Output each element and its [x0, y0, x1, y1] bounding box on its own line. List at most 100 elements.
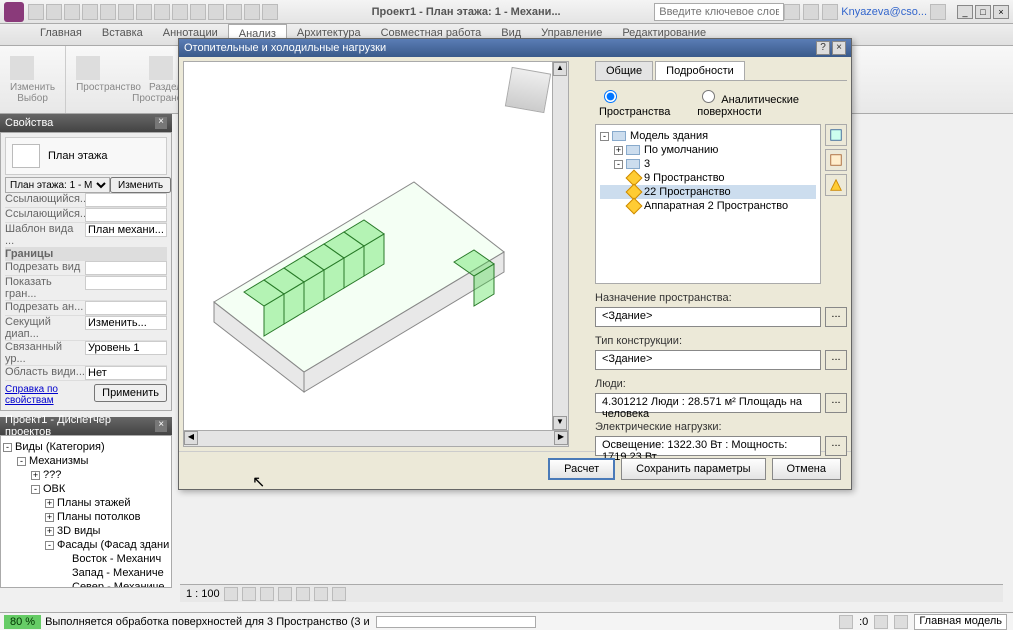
vc-icon[interactable] [278, 587, 292, 601]
qat-icon[interactable] [226, 4, 242, 20]
close-icon[interactable]: × [155, 420, 167, 432]
key-icon[interactable] [803, 4, 819, 20]
browse-button[interactable]: ... [825, 393, 847, 413]
browse-button[interactable]: ... [825, 436, 847, 456]
vc-icon[interactable] [224, 587, 238, 601]
type-selector[interactable]: План этажа [5, 137, 167, 175]
property-row[interactable]: Шаблон вида ...План механи... [5, 223, 167, 248]
close-button[interactable]: × [993, 5, 1009, 19]
property-row[interactable]: Ссылающийся... [5, 208, 167, 223]
qat-icon[interactable] [208, 4, 224, 20]
qat-icon[interactable] [136, 4, 152, 20]
field-input[interactable]: Освещение: 1322.30 Вт : Мощность: 1719.2… [595, 436, 821, 456]
ribbon-tab[interactable]: Главная [30, 24, 92, 45]
property-row[interactable]: Показать гран... [5, 276, 167, 301]
cancel-button[interactable]: Отмена [772, 458, 841, 480]
qat-icon[interactable] [244, 4, 260, 20]
qat-undo-icon[interactable] [64, 4, 80, 20]
status-icon[interactable] [874, 615, 888, 629]
warnings-button[interactable] [825, 174, 847, 196]
scroll-down-icon[interactable]: ▼ [553, 416, 567, 430]
qat-icon[interactable] [172, 4, 188, 20]
dialog-tab[interactable]: Общие [595, 61, 653, 80]
browse-button[interactable]: ... [825, 307, 847, 327]
space-tree-node[interactable]: 9 Пространство [600, 171, 816, 185]
user-name[interactable]: Knyazeva@cso... [841, 6, 927, 18]
star-icon[interactable] [822, 4, 838, 20]
scroll-right-icon[interactable]: ▶ [554, 431, 568, 445]
project-browser[interactable]: -Виды (Категория)-Механизмы+???-ОВК+План… [0, 435, 172, 588]
tree-node[interactable]: -Виды (Категория) [3, 440, 169, 454]
spaces-tree[interactable]: -Модель здания+По умолчанию-39 Пространс… [595, 124, 821, 284]
family-select[interactable]: План этажа: 1 - М [5, 177, 110, 193]
property-row[interactable]: Ссылающийся... [5, 193, 167, 208]
property-row[interactable]: Подрезать вид [5, 261, 167, 276]
apply-button[interactable]: Применить [94, 384, 167, 402]
dialog-title-bar[interactable]: Отопительные и холодильные нагрузки ? × [179, 39, 851, 57]
tree-node[interactable]: Восток - Механич [3, 552, 169, 566]
app-menu-button[interactable] [4, 2, 24, 22]
qat-icon[interactable] [262, 4, 278, 20]
scroll-left-icon[interactable]: ◀ [184, 431, 198, 445]
space-tree-node[interactable]: -3 [600, 157, 816, 171]
space-tree-node[interactable]: 22 Пространство [600, 185, 816, 199]
vc-icon[interactable] [314, 587, 328, 601]
tree-node[interactable]: +Планы потолков [3, 510, 169, 524]
property-row[interactable]: Подрезать ан... [5, 301, 167, 316]
vc-icon[interactable] [332, 587, 346, 601]
status-icon[interactable] [894, 615, 908, 629]
qat-save-icon[interactable] [46, 4, 62, 20]
workset-select[interactable]: Главная модель [914, 614, 1007, 630]
tree-node[interactable]: -ОВК [3, 482, 169, 496]
radio-option[interactable]: Аналитические поверхности [697, 87, 843, 118]
dialog-close-button[interactable]: × [832, 41, 846, 55]
qat-open-icon[interactable] [28, 4, 44, 20]
vc-icon[interactable] [242, 587, 256, 601]
space-tree-node[interactable]: +По умолчанию [600, 143, 816, 157]
vc-icon[interactable] [296, 587, 310, 601]
scrollbar-horizontal[interactable]: ◀ ▶ [184, 430, 568, 446]
tree-node[interactable]: -Фасады (Фасад здани [3, 538, 169, 552]
comm-icon[interactable] [784, 4, 800, 20]
ribbon-tab[interactable]: Вставка [92, 24, 153, 45]
scrollbar-vertical[interactable]: ▲ ▼ [552, 62, 568, 430]
maximize-button[interactable]: □ [975, 5, 991, 19]
help-icon[interactable] [930, 4, 946, 20]
browse-button[interactable]: ... [825, 350, 847, 370]
qat-redo-icon[interactable] [82, 4, 98, 20]
3d-preview[interactable]: ▲ ▼ ◀ ▶ [183, 61, 569, 447]
ribbon-button[interactable]: Пространство [76, 56, 141, 93]
tree-node[interactable]: -Механизмы [3, 454, 169, 468]
field-input[interactable]: <Здание> [595, 307, 821, 327]
tree-node[interactable]: Запад - Механиче [3, 566, 169, 580]
scale-label[interactable]: 1 : 100 [186, 588, 220, 600]
tree-node[interactable]: Север - Механиче [3, 580, 169, 588]
edit-type-button[interactable]: Изменить тип [110, 177, 171, 193]
property-row[interactable]: Область види...Нет [5, 366, 167, 381]
field-input[interactable]: 4.301212 Люди : 28.571 м² Площадь на чел… [595, 393, 821, 413]
qat-print-icon[interactable] [100, 4, 116, 20]
scroll-up-icon[interactable]: ▲ [553, 62, 567, 76]
calculate-button[interactable]: Расчет [548, 458, 615, 480]
minimize-button[interactable]: _ [957, 5, 973, 19]
tree-node[interactable]: +Планы этажей [3, 496, 169, 510]
dialog-help-button[interactable]: ? [816, 41, 830, 55]
report-button[interactable] [825, 124, 847, 146]
space-tree-node[interactable]: -Модель здания [600, 129, 816, 143]
qat-icon[interactable] [190, 4, 206, 20]
radio-option[interactable]: Пространства [599, 87, 681, 118]
tree-node[interactable]: +3D виды [3, 524, 169, 538]
vc-icon[interactable] [260, 587, 274, 601]
settings-button[interactable] [825, 149, 847, 171]
field-input[interactable]: <Здание> [595, 350, 821, 370]
properties-help-link[interactable]: Справка по свойствам [5, 384, 94, 406]
close-icon[interactable]: × [155, 117, 167, 129]
space-tree-node[interactable]: Аппаратная 2 Пространство [600, 199, 816, 213]
save-parameters-button[interactable]: Сохранить параметры [621, 458, 765, 480]
qat-icon[interactable] [154, 4, 170, 20]
ribbon-button[interactable]: Изменить [10, 56, 55, 93]
property-row[interactable]: Границы [5, 248, 167, 261]
search-input[interactable] [654, 3, 784, 21]
dialog-tab[interactable]: Подробности [655, 61, 745, 80]
property-row[interactable]: Связанный ур...Уровень 1 [5, 341, 167, 366]
